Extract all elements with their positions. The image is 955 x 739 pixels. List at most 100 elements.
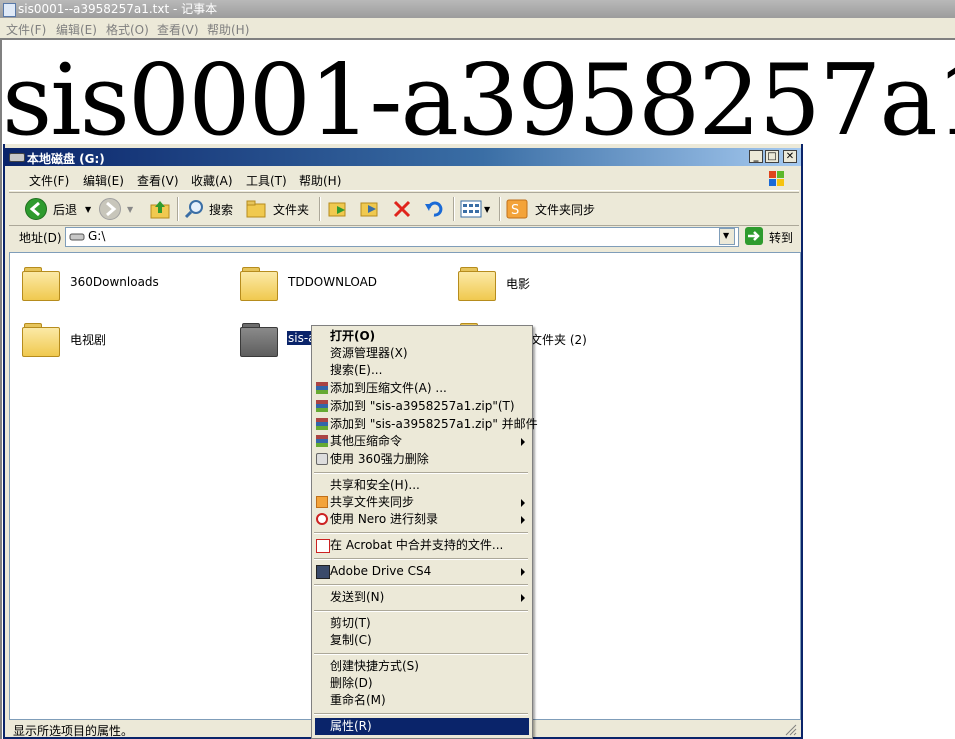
notepad-menu-file[interactable]: 文件(F) bbox=[6, 21, 46, 38]
folder-label[interactable]: TDDOWNLOAD bbox=[288, 275, 377, 289]
back-button[interactable]: 后退 ▼ bbox=[25, 196, 91, 222]
explorer-menu-view[interactable]: 查看(V) bbox=[137, 172, 179, 189]
menu-item-properties[interactable]: 属性(R) bbox=[315, 718, 529, 735]
back-dropdown-icon[interactable]: ▼ bbox=[85, 205, 91, 214]
views-button[interactable]: ▼ bbox=[459, 196, 490, 222]
menu-item-nero-burn[interactable]: 使用 Nero 进行刻录 bbox=[315, 511, 529, 528]
menu-item-delete[interactable]: 删除(D) bbox=[315, 675, 529, 692]
folder-sync-button[interactable]: S 文件夹同步 bbox=[505, 196, 595, 222]
undo-button[interactable] bbox=[423, 196, 445, 222]
menu-item-search[interactable]: 搜索(E)... bbox=[315, 362, 529, 379]
folder-icon[interactable] bbox=[22, 321, 60, 357]
submenu-arrow-icon bbox=[521, 594, 525, 602]
folders-button[interactable]: 文件夹 bbox=[245, 196, 309, 222]
explorer-menu-tools[interactable]: 工具(T) bbox=[246, 172, 287, 189]
menu-item-other-compress[interactable]: 其他压缩命令 bbox=[315, 433, 529, 450]
address-dropdown-button[interactable]: ▼ bbox=[719, 228, 735, 245]
folder-sync-icon: S bbox=[506, 199, 528, 219]
folder-icon[interactable] bbox=[458, 265, 496, 301]
folder-label[interactable]: 文件夹 (2) bbox=[530, 331, 587, 348]
close-button[interactable]: ✕ bbox=[783, 150, 797, 163]
submenu-arrow-icon bbox=[521, 499, 525, 507]
address-bar: 地址(D) G:\ ▼ 转到 bbox=[9, 225, 799, 250]
folder-label[interactable]: 电影 bbox=[506, 275, 530, 292]
menu-item-add-archive[interactable]: 添加到压缩文件(A) ... bbox=[315, 380, 529, 397]
folder-label[interactable]: 360Downloads bbox=[70, 275, 159, 289]
notepad-menu-format[interactable]: 格式(O) bbox=[106, 21, 149, 38]
notepad-menu-bar: 文件(F) 编辑(E) 格式(O) 查看(V) 帮助(H) bbox=[0, 18, 955, 39]
notepad-icon bbox=[3, 3, 16, 17]
copy-to-button[interactable] bbox=[359, 196, 383, 222]
winrar-icon bbox=[316, 418, 328, 430]
notepad-menu-edit[interactable]: 编辑(E) bbox=[56, 21, 97, 38]
folder-icon[interactable] bbox=[240, 265, 278, 301]
explorer-menu-help[interactable]: 帮助(H) bbox=[299, 172, 341, 189]
menu-item-create-shortcut[interactable]: 创建快捷方式(S) bbox=[315, 658, 529, 675]
views-dropdown-icon[interactable]: ▼ bbox=[484, 205, 490, 214]
menu-item-cut[interactable]: 剪切(T) bbox=[315, 615, 529, 632]
explorer-menu-edit[interactable]: 编辑(E) bbox=[83, 172, 124, 189]
adobe-drive-icon bbox=[316, 565, 330, 579]
submenu-arrow-icon bbox=[521, 516, 525, 524]
toolbar-separator bbox=[319, 197, 321, 221]
delete-icon bbox=[393, 200, 411, 218]
menu-item-share-sync[interactable]: 共享文件夹同步 bbox=[315, 494, 529, 511]
status-text: 显示所选项目的属性。 bbox=[13, 724, 134, 738]
up-button[interactable] bbox=[149, 196, 171, 222]
sync-icon bbox=[316, 496, 328, 508]
notepad-menu-help[interactable]: 帮助(H) bbox=[207, 21, 249, 38]
menu-item-copy[interactable]: 复制(C) bbox=[315, 632, 529, 649]
svg-text:S: S bbox=[511, 203, 519, 218]
shredder-icon bbox=[316, 453, 328, 465]
go-arrow-icon[interactable] bbox=[745, 227, 763, 245]
delete-button[interactable] bbox=[391, 196, 413, 222]
notepad-divider bbox=[0, 38, 955, 40]
toolbar-separator bbox=[453, 197, 455, 221]
folder-icon[interactable] bbox=[22, 265, 60, 301]
menu-separator bbox=[314, 532, 528, 534]
go-button[interactable]: 转到 bbox=[769, 229, 793, 246]
explorer-title-bar[interactable]: 本地磁盘 (G:) _ □ ✕ bbox=[5, 148, 801, 166]
folder-icon-selected[interactable] bbox=[240, 321, 278, 357]
address-input[interactable]: G:\ bbox=[65, 227, 739, 247]
menu-item-open[interactable]: 打开(O) bbox=[315, 328, 529, 345]
search-label: 搜索 bbox=[209, 202, 234, 217]
folders-label: 文件夹 bbox=[273, 202, 310, 217]
menu-item-add-zip-email[interactable]: 添加到 "sis-a3958257a1.zip" 并邮件 bbox=[315, 416, 538, 433]
menu-item-explore[interactable]: 资源管理器(X) bbox=[315, 345, 529, 362]
folder-label[interactable]: 电视剧 bbox=[70, 331, 106, 348]
folders-icon bbox=[246, 200, 266, 218]
menu-item-add-zip[interactable]: 添加到 "sis-a3958257a1.zip"(T) bbox=[315, 398, 529, 415]
move-to-button[interactable] bbox=[327, 196, 351, 222]
menu-item-360-delete[interactable]: 使用 360强力删除 bbox=[315, 451, 529, 468]
forward-dropdown-icon[interactable]: ▼ bbox=[127, 205, 133, 214]
menu-separator bbox=[314, 610, 528, 612]
toolbar-separator bbox=[499, 197, 501, 221]
undo-icon bbox=[425, 201, 443, 217]
resize-grip-icon[interactable] bbox=[785, 724, 797, 736]
menu-item-sharing[interactable]: 共享和安全(H)... bbox=[315, 477, 529, 494]
copy-to-icon bbox=[360, 202, 378, 217]
menu-item-send-to[interactable]: 发送到(N) bbox=[315, 589, 529, 606]
search-button[interactable]: 搜索 bbox=[183, 196, 233, 222]
toolbar-separator bbox=[177, 197, 179, 221]
forward-button[interactable]: ▼ bbox=[99, 196, 133, 222]
notepad-title-bar[interactable]: sis0001--a3958257a1.txt - 记事本 bbox=[0, 0, 955, 18]
notepad-title: sis0001--a3958257a1.txt - 记事本 bbox=[18, 2, 218, 16]
address-label: 地址(D) bbox=[19, 231, 62, 245]
menu-item-rename[interactable]: 重命名(M) bbox=[315, 692, 529, 709]
notepad-text-area[interactable]: sis0001-a3958257a1 bbox=[2, 46, 955, 156]
winrar-icon bbox=[316, 435, 328, 447]
nero-icon bbox=[316, 513, 328, 525]
minimize-button[interactable]: _ bbox=[749, 150, 763, 163]
explorer-menu-favorites[interactable]: 收藏(A) bbox=[191, 172, 233, 189]
explorer-menu-file[interactable]: 文件(F) bbox=[29, 172, 69, 189]
back-arrow-icon bbox=[25, 198, 47, 220]
menu-item-acrobat-merge[interactable]: 在 Acrobat 中合并支持的文件... bbox=[315, 537, 529, 554]
drive-icon bbox=[69, 233, 85, 241]
menu-item-adobe-drive[interactable]: Adobe Drive CS4 bbox=[315, 563, 529, 580]
folder-up-icon bbox=[150, 201, 170, 219]
menu-separator bbox=[314, 558, 528, 560]
notepad-menu-view[interactable]: 查看(V) bbox=[157, 21, 199, 38]
maximize-button[interactable]: □ bbox=[765, 150, 779, 163]
